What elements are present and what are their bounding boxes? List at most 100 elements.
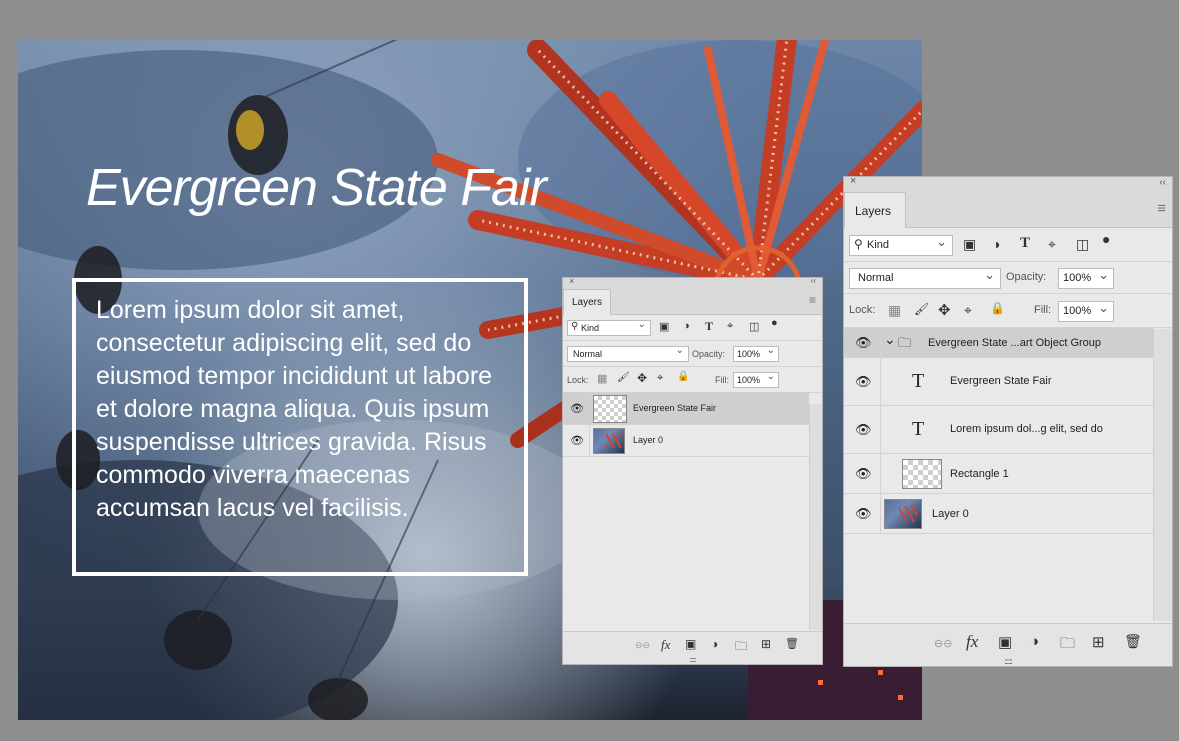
layer-row-layer-0[interactable]: 👁 Layer 0	[844, 494, 1154, 534]
link-layers-icon[interactable]: ⊖⊖	[934, 637, 952, 650]
visibility-eye-icon[interactable]: 👁	[855, 466, 872, 482]
layer-name: Layer 0	[932, 508, 969, 520]
layer-name: Lorem ipsum dol...g elit, sed do	[950, 423, 1103, 435]
tab-layers[interactable]: Layers	[844, 192, 906, 228]
folder-icon[interactable]: 🗀	[735, 637, 747, 658]
add-mask-icon[interactable]: ▣	[998, 633, 1012, 651]
layers-panel-large: × ‹‹ Layers ≡ ⚲ Kind ⌄ ▣ ◑ T ⌖ ◫ ● Norma…	[843, 175, 1173, 667]
fx-icon[interactable]: fx	[661, 637, 670, 653]
visibility-eye-icon[interactable]: 👁	[570, 434, 584, 447]
lock-transparent-icon[interactable]: ▦	[597, 372, 607, 385]
lock-pixels-icon[interactable]: 🖌	[617, 372, 630, 383]
filter-kind-select[interactable]: ⚲ Kind ⌄	[849, 234, 953, 256]
chevron-down-icon: ⌄	[675, 345, 684, 356]
lock-position-icon[interactable]: ✥	[938, 301, 951, 319]
lock-all-icon[interactable]: 🔒	[990, 301, 1005, 315]
panel-menu-icon[interactable]: ≡	[809, 293, 816, 307]
lock-all-icon[interactable]: 🔒	[677, 371, 689, 382]
chevron-down-icon: ⌄	[637, 319, 646, 330]
pixel-filter-icon[interactable]: ▣	[963, 236, 976, 253]
tab-layers[interactable]: Layers	[563, 289, 611, 315]
folder-icon[interactable]: 🗀	[1060, 633, 1075, 658]
filter-toggle-icon[interactable]: ●	[1102, 231, 1110, 247]
fx-icon[interactable]: fx	[966, 632, 978, 652]
close-icon[interactable]: ×	[850, 175, 856, 187]
fill-input[interactable]: 100% ⌄	[1058, 300, 1114, 322]
lock-label: Lock:	[567, 375, 589, 385]
chevron-down-icon: ⌄	[766, 345, 775, 356]
link-layers-icon[interactable]: ⊖⊖	[635, 640, 650, 651]
chevron-down-icon[interactable]: ⌄	[884, 331, 896, 348]
collapse-icon[interactable]: ‹‹	[1159, 177, 1166, 188]
opacity-input[interactable]: 100% ⌄	[733, 345, 779, 362]
resize-grip[interactable]: ::::::	[690, 657, 697, 664]
search-icon: ⚲	[854, 237, 863, 251]
lock-label: Lock:	[849, 304, 876, 316]
body-paragraph: Lorem ipsum dolor sit amet, consectetur …	[96, 296, 493, 522]
opacity-value: 100%	[1063, 272, 1092, 284]
lock-pixels-icon[interactable]: 🖌	[914, 302, 929, 316]
scrollbar[interactable]	[1153, 329, 1172, 621]
blend-mode-select[interactable]: Normal ⌄	[567, 345, 689, 362]
panel-footer: ⊖⊖ fx ▣ ◑ 🗀 ⊞ 🗑 ::::::	[563, 631, 822, 664]
adjustment-layer-icon[interactable]: ◑	[1030, 633, 1039, 650]
blend-mode-select[interactable]: Normal ⌄	[849, 267, 1001, 289]
filter-toggle-icon[interactable]: ●	[771, 317, 778, 329]
scrollbar[interactable]	[809, 404, 822, 630]
opacity-input[interactable]: 100% ⌄	[1058, 267, 1114, 289]
opacity-label: Opacity:	[1006, 271, 1047, 283]
collapse-icon[interactable]: ‹‹	[811, 276, 816, 285]
chevron-down-icon: ⌄	[1098, 300, 1109, 315]
layer-name: Evergreen State Fair	[633, 403, 717, 413]
layer-row-smart-object[interactable]: 👁 Evergreen State Fair	[563, 393, 809, 425]
layer-0-thumbnail	[593, 428, 625, 454]
visibility-eye-icon[interactable]: 👁	[855, 335, 872, 351]
filter-kind-select[interactable]: ⚲ Kind ⌄	[567, 319, 651, 336]
layers-panel-small: × ‹‹ Layers ≡ ⚲ Kind ⌄ ▣ ◑ T ⌖ ◫ ● Norma…	[562, 276, 823, 665]
type-filter-icon[interactable]: T	[1020, 235, 1030, 252]
opacity-value: 100%	[737, 349, 761, 359]
chevron-down-icon: ⌄	[1098, 267, 1109, 282]
shape-filter-icon[interactable]: ⌖	[727, 320, 733, 333]
fill-input[interactable]: 100% ⌄	[733, 371, 779, 388]
layer-row-rectangle[interactable]: 👁 Rectangle 1	[844, 454, 1154, 494]
panel-menu-icon[interactable]: ≡	[1157, 200, 1166, 217]
lock-artboard-icon[interactable]: ⌖	[657, 372, 663, 385]
smart-object-thumbnail	[593, 395, 627, 423]
trash-icon[interactable]: 🗑	[785, 637, 799, 650]
blend-mode-value: Normal	[573, 349, 603, 359]
fill-value: 100%	[737, 375, 761, 385]
add-mask-icon[interactable]: ▣	[685, 637, 696, 651]
layer-row-body-text[interactable]: 👁 T Lorem ipsum dol...g elit, sed do	[844, 406, 1154, 454]
lock-artboard-icon[interactable]: ⌖	[964, 302, 972, 319]
search-icon: ⚲	[571, 321, 579, 332]
visibility-eye-icon[interactable]: 👁	[570, 402, 584, 415]
lock-transparent-icon[interactable]: ▦	[888, 302, 901, 319]
smart-object-filter-icon[interactable]: ◫	[749, 320, 759, 333]
adjustment-filter-icon[interactable]: ◑	[992, 236, 1000, 252]
layer-row-layer-0[interactable]: 👁 Layer 0	[563, 425, 809, 457]
layer-row-title-text[interactable]: 👁 T Evergreen State Fair	[844, 358, 1154, 406]
close-icon[interactable]: ×	[569, 276, 574, 286]
smart-object-filter-icon[interactable]: ◫	[1076, 236, 1089, 253]
visibility-eye-icon[interactable]: 👁	[855, 506, 872, 522]
type-filter-icon[interactable]: T	[705, 319, 713, 334]
chevron-down-icon: ⌄	[984, 267, 995, 282]
trash-icon[interactable]: 🗑	[1124, 633, 1142, 650]
layers-list: 👁 Evergreen State Fair 👁 Layer 0	[563, 393, 822, 457]
new-layer-icon[interactable]: ⊞	[761, 637, 771, 651]
text-frame-rectangle: Lorem ipsum dolor sit amet, consectetur …	[72, 278, 528, 576]
shape-filter-icon[interactable]: ⌖	[1048, 236, 1056, 253]
new-layer-icon[interactable]: ⊞	[1092, 633, 1105, 651]
filter-kind-value: Kind	[867, 239, 890, 251]
resize-grip[interactable]: ::::::	[1004, 657, 1012, 666]
visibility-eye-icon[interactable]: 👁	[855, 422, 872, 438]
lock-position-icon[interactable]: ✥	[637, 371, 647, 385]
layer-name: Rectangle 1	[950, 468, 1009, 480]
pixel-filter-icon[interactable]: ▣	[659, 320, 669, 333]
fill-label: Fill:	[715, 375, 729, 385]
visibility-eye-icon[interactable]: 👁	[855, 374, 872, 390]
layer-row-group[interactable]: 👁 ⌄ 🗀 Evergreen State ...art Object Grou…	[844, 328, 1154, 358]
adjustment-filter-icon[interactable]: ◑	[683, 320, 690, 332]
adjustment-layer-icon[interactable]: ◑	[711, 637, 718, 651]
